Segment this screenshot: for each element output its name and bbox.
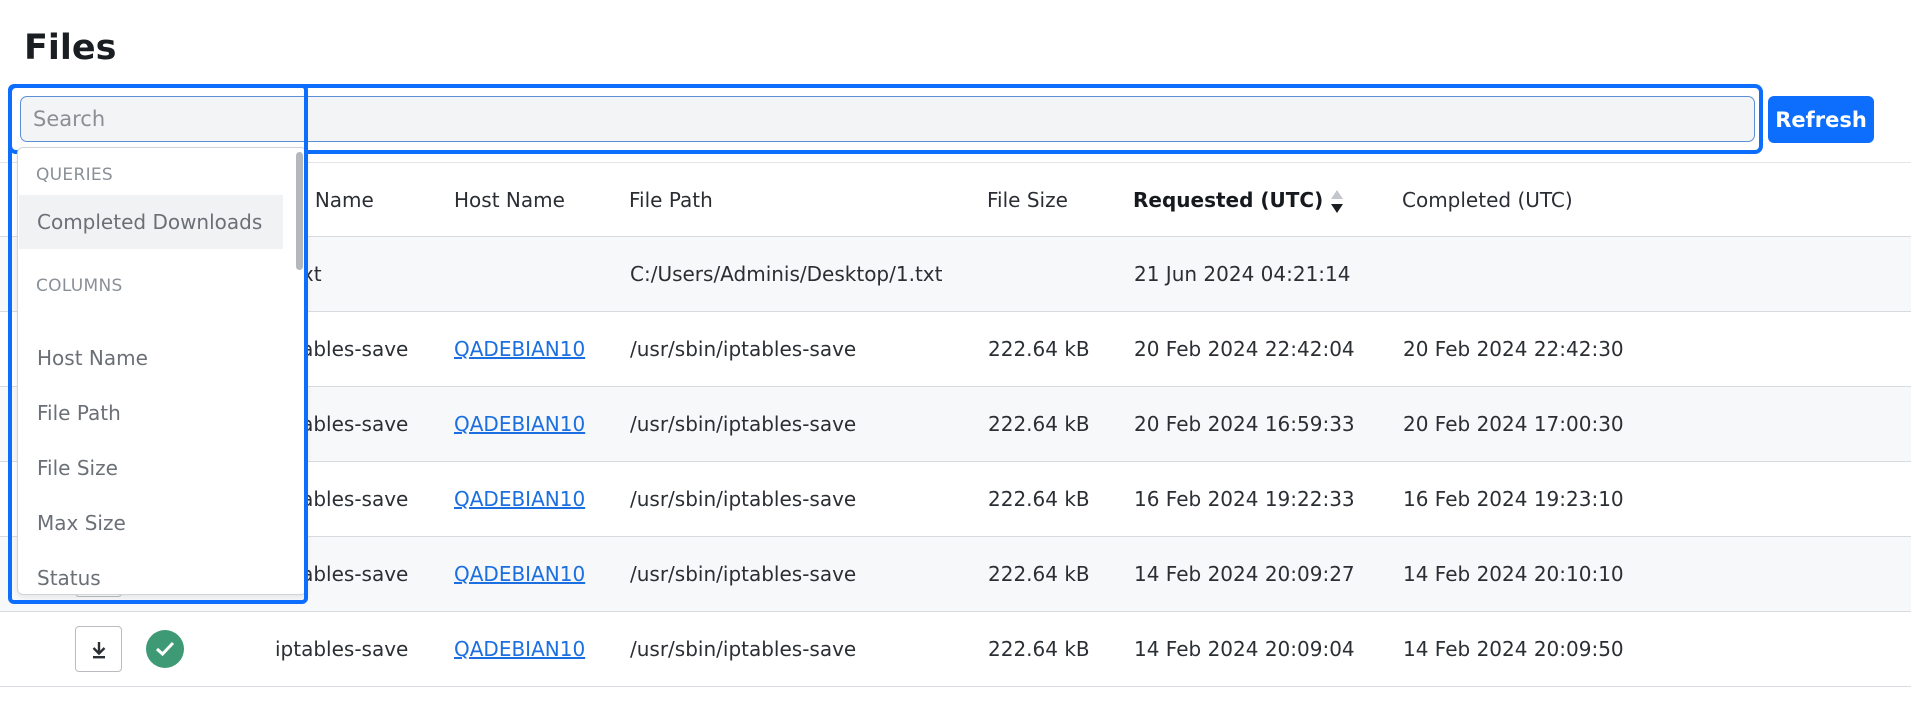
column-header-host-name[interactable]: Host Name <box>454 163 565 237</box>
dropdown-column-status[interactable]: Status <box>19 551 283 594</box>
dropdown-section-queries: QUERIES <box>36 165 114 185</box>
search-suggestions-dropdown: QUERIES Completed Downloads COLUMNS Host… <box>17 147 307 595</box>
column-header-requested-label: Requested (UTC) <box>1133 188 1324 212</box>
dropdown-column-max-size[interactable]: Max Size <box>19 496 283 550</box>
dropdown-column-file-size[interactable]: File Size <box>19 441 283 495</box>
cell-file-name: iptables-save <box>275 637 409 661</box>
dropdown-section-columns: COLUMNS <box>36 276 123 296</box>
refresh-button[interactable]: Refresh <box>1768 96 1874 143</box>
page-title: Files <box>24 28 117 68</box>
host-name-link[interactable]: QADEBIAN10 <box>454 337 585 361</box>
download-button[interactable] <box>75 626 122 672</box>
host-name-link[interactable]: QADEBIAN10 <box>454 637 585 661</box>
cell-file-path: /usr/sbin/iptables-save <box>630 337 857 361</box>
search-focus-outline <box>8 84 1763 154</box>
cell-file-size: 222.64 kB <box>988 487 1090 511</box>
host-name-link[interactable]: QADEBIAN10 <box>454 562 585 586</box>
column-header-requested[interactable]: Requested (UTC) <box>1133 163 1345 237</box>
cell-host-name: QADEBIAN10 <box>454 462 585 537</box>
dropdown-column-file-path[interactable]: File Path <box>19 386 283 440</box>
cell-requested: 14 Feb 2024 20:09:04 <box>1134 637 1355 661</box>
cell-host-name: QADEBIAN10 <box>454 312 585 387</box>
cell-host-name: QADEBIAN10 <box>454 537 585 612</box>
cell-requested: 20 Feb 2024 16:59:33 <box>1134 412 1355 436</box>
table-row: iptables-save QADEBIAN10/usr/sbin/iptable… <box>0 612 1911 687</box>
cell-file-size: 222.64 kB <box>988 337 1090 361</box>
dropdown-column-host-name[interactable]: Host Name <box>19 331 283 385</box>
cell-file-size: 222.64 kB <box>988 562 1090 586</box>
cell-requested: 20 Feb 2024 22:42:04 <box>1134 337 1355 361</box>
cell-requested: 14 Feb 2024 20:09:27 <box>1134 562 1355 586</box>
cell-completed: 16 Feb 2024 19:23:10 <box>1403 487 1624 511</box>
column-header-file-size[interactable]: File Size <box>987 163 1068 237</box>
cell-completed: 14 Feb 2024 20:10:10 <box>1403 562 1624 586</box>
dropdown-scrollbar[interactable] <box>294 148 306 594</box>
cell-completed: 20 Feb 2024 22:42:30 <box>1403 337 1624 361</box>
host-name-link[interactable]: QADEBIAN10 <box>454 412 585 436</box>
cell-completed: 20 Feb 2024 17:00:30 <box>1403 412 1624 436</box>
dropdown-query-completed-downloads[interactable]: Completed Downloads <box>19 195 283 249</box>
cell-file-path: /usr/sbin/iptables-save <box>630 562 857 586</box>
column-header-completed[interactable]: Completed (UTC) <box>1402 163 1573 237</box>
cell-requested: 16 Feb 2024 19:22:33 <box>1134 487 1355 511</box>
sort-descending-icon[interactable] <box>1331 188 1345 216</box>
cell-file-path: C:/Users/Adminis/Desktop/1.txt <box>630 262 943 286</box>
cell-file-size: 222.64 kB <box>988 637 1090 661</box>
cell-file-path: /usr/sbin/iptables-save <box>630 487 857 511</box>
check-circle-icon <box>146 630 184 668</box>
dropdown-scrollbar-thumb[interactable] <box>296 152 303 270</box>
cell-file-path: /usr/sbin/iptables-save <box>630 637 857 661</box>
cell-requested: 21 Jun 2024 04:21:14 <box>1134 262 1351 286</box>
host-name-link[interactable]: QADEBIAN10 <box>454 487 585 511</box>
cell-host-name: QADEBIAN10 <box>454 387 585 462</box>
cell-file-size: 222.64 kB <box>988 412 1090 436</box>
column-header-file-path[interactable]: File Path <box>629 163 713 237</box>
cell-completed: 14 Feb 2024 20:09:50 <box>1403 637 1624 661</box>
cell-file-path: /usr/sbin/iptables-save <box>630 412 857 436</box>
cell-host-name: QADEBIAN10 <box>454 612 585 687</box>
download-icon <box>92 642 106 659</box>
search-input[interactable] <box>20 96 1755 142</box>
